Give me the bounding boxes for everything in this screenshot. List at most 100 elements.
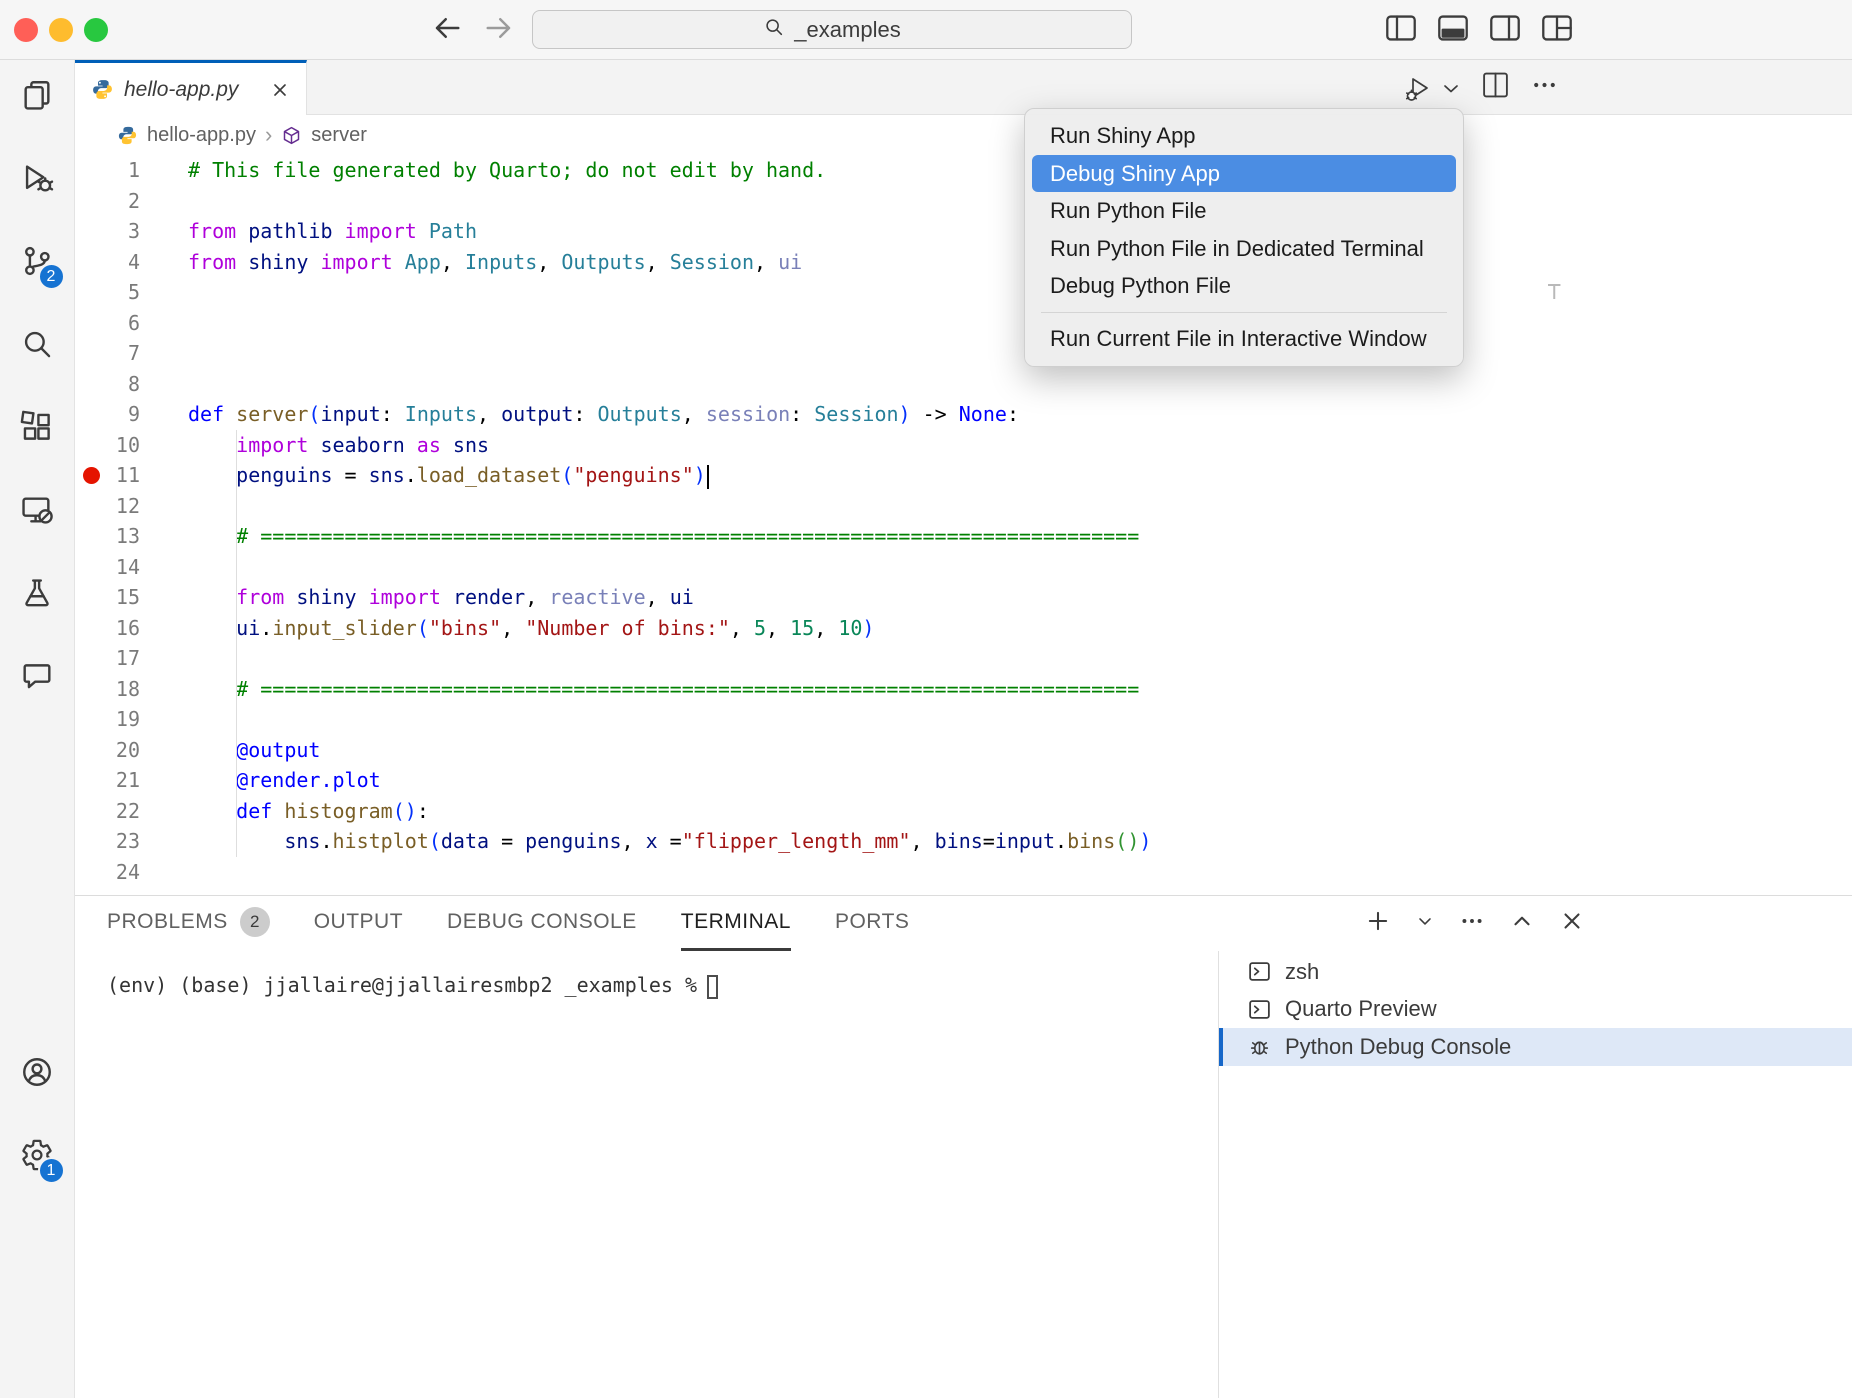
menu-item-run-current-file-in-interactive-window[interactable]: Run Current File in Interactive Window: [1032, 320, 1456, 358]
sidebar-item-remote-explorer[interactable]: [0, 495, 75, 529]
tab-close-icon[interactable]: [270, 80, 290, 100]
terminal-list-item-zsh[interactable]: zsh: [1219, 953, 1852, 991]
line-number-gutter[interactable]: 11: [75, 460, 140, 491]
line-number-gutter[interactable]: 22: [75, 796, 140, 827]
back-icon[interactable]: [432, 13, 462, 48]
line-number-gutter[interactable]: 13: [75, 521, 140, 552]
zoom-window-button[interactable]: [84, 18, 108, 42]
editor-more-actions-icon[interactable]: [1530, 70, 1559, 105]
code-line[interactable]: 11 penguins = sns.load_dataset("penguins…: [75, 460, 1852, 491]
sidebar-item-testing[interactable]: [0, 578, 75, 612]
line-number-gutter[interactable]: 16: [75, 613, 140, 644]
sidebar-item-extensions[interactable]: [0, 412, 75, 446]
toggle-secondary-sidebar-icon[interactable]: [1489, 13, 1521, 48]
code-line[interactable]: 20 @output: [75, 735, 1852, 766]
code-line[interactable]: 14: [75, 552, 1852, 583]
split-editor-icon[interactable]: [1481, 70, 1510, 105]
terminal-list-item-quarto-preview[interactable]: Quarto Preview: [1219, 991, 1852, 1029]
accounts-button[interactable]: [0, 1057, 75, 1091]
line-number-gutter[interactable]: 24: [75, 857, 140, 888]
menu-item-debug-shiny-app[interactable]: Debug Shiny App: [1032, 155, 1456, 193]
panel-tab-ports[interactable]: PORTS: [835, 896, 909, 951]
editor-tab-hello-app[interactable]: hello-app.py: [75, 60, 307, 116]
code-line[interactable]: 3from pathlib import Path: [75, 216, 1852, 247]
panel-tab-debug-console[interactable]: DEBUG CONSOLE: [447, 896, 637, 951]
close-window-button[interactable]: [14, 18, 38, 42]
line-number-gutter[interactable]: 6: [75, 308, 140, 339]
line-number-gutter[interactable]: 7: [75, 338, 140, 369]
line-number-gutter[interactable]: 8: [75, 369, 140, 400]
sidebar-item-explorer[interactable]: [0, 80, 75, 114]
code-line[interactable]: 4from shiny import App, Inputs, Outputs,…: [75, 247, 1852, 278]
new-terminal-icon[interactable]: [1365, 908, 1391, 939]
breadcrumb-file[interactable]: hello-app.py: [147, 124, 256, 147]
code-line[interactable]: 8: [75, 369, 1852, 400]
line-number-gutter[interactable]: 4: [75, 247, 140, 278]
line-number-gutter[interactable]: 15: [75, 582, 140, 613]
breadcrumb-symbol[interactable]: server: [311, 124, 367, 147]
menu-item-debug-python-file[interactable]: Debug Python File: [1032, 267, 1456, 305]
code-line[interactable]: 9def server(input: Inputs, output: Outpu…: [75, 399, 1852, 430]
code-line[interactable]: 15 from shiny import render, reactive, u…: [75, 582, 1852, 613]
line-number-gutter[interactable]: 5: [75, 277, 140, 308]
settings-button[interactable]: 1: [0, 1140, 75, 1174]
sidebar-item-search[interactable]: [0, 329, 75, 363]
panel-close-icon[interactable]: [1559, 908, 1585, 939]
menu-item-run-python-file-in-dedicated-terminal[interactable]: Run Python File in Dedicated Terminal: [1032, 230, 1456, 268]
toggle-panel-icon[interactable]: [1437, 13, 1469, 48]
line-number-gutter[interactable]: 1: [75, 155, 140, 186]
line-number-gutter[interactable]: 2: [75, 186, 140, 217]
customize-layout-icon[interactable]: [1541, 13, 1573, 48]
code-line[interactable]: 5: [75, 277, 1852, 308]
code-line[interactable]: 24: [75, 857, 1852, 888]
line-number-gutter[interactable]: 20: [75, 735, 140, 766]
code-line[interactable]: 10 import seaborn as sns: [75, 430, 1852, 461]
forward-icon[interactable]: [484, 13, 514, 48]
code-line[interactable]: 23 sns.histplot(data = penguins, x ="fli…: [75, 826, 1852, 857]
code-text: penguins = sns.load_dataset("penguins"): [140, 460, 709, 491]
code-line[interactable]: 22 def histogram():: [75, 796, 1852, 827]
code-line[interactable]: 2: [75, 186, 1852, 217]
panel-tab-terminal[interactable]: TERMINAL: [681, 896, 791, 951]
line-number-gutter[interactable]: 9: [75, 399, 140, 430]
sidebar-item-comments[interactable]: [0, 661, 75, 695]
menu-item-run-shiny-app[interactable]: Run Shiny App: [1032, 117, 1456, 155]
sidebar-item-run-debug[interactable]: [0, 163, 75, 197]
code-line[interactable]: 18 # ===================================…: [75, 674, 1852, 705]
line-number-gutter[interactable]: 21: [75, 765, 140, 796]
code-line[interactable]: 12: [75, 491, 1852, 522]
run-python-file-button[interactable]: [1400, 73, 1461, 103]
code-text: import seaborn as sns: [140, 430, 489, 461]
panel-tab-output[interactable]: OUTPUT: [314, 896, 403, 951]
command-center[interactable]: _examples: [532, 10, 1132, 49]
line-number-gutter[interactable]: 14: [75, 552, 140, 583]
panel-tab-problems[interactable]: PROBLEMS2: [107, 896, 270, 951]
run-debug-icon: [20, 161, 54, 200]
line-number-gutter[interactable]: 17: [75, 643, 140, 674]
sidebar-item-source-control[interactable]: 2: [0, 246, 75, 280]
code-line[interactable]: 6: [75, 308, 1852, 339]
terminal-output[interactable]: (env) (base) jjallaire@jjallairesmbp2 _e…: [75, 951, 1218, 1398]
code-line[interactable]: 7: [75, 338, 1852, 369]
line-number-gutter[interactable]: 18: [75, 674, 140, 705]
code-line[interactable]: 1# This file generated by Quarto; do not…: [75, 155, 1852, 186]
line-number-gutter[interactable]: 19: [75, 704, 140, 735]
panel-maximize-icon[interactable]: [1509, 908, 1535, 939]
terminal-dropdown-chevron-icon[interactable]: [1415, 908, 1435, 939]
terminal-list-item-python-debug-console[interactable]: Python Debug Console: [1219, 1028, 1852, 1066]
line-number-gutter[interactable]: 10: [75, 430, 140, 461]
menu-item-run-python-file[interactable]: Run Python File: [1032, 192, 1456, 230]
panel-more-actions-icon[interactable]: [1459, 908, 1485, 939]
line-number-gutter[interactable]: 12: [75, 491, 140, 522]
code-editor[interactable]: 1# This file generated by Quarto; do not…: [75, 155, 1852, 895]
toggle-primary-sidebar-icon[interactable]: [1385, 13, 1417, 48]
code-line[interactable]: 16 ui.input_slider("bins", "Number of bi…: [75, 613, 1852, 644]
code-line[interactable]: 19: [75, 704, 1852, 735]
code-line[interactable]: 17: [75, 643, 1852, 674]
line-number-gutter[interactable]: 23: [75, 826, 140, 857]
breakpoint-dot[interactable]: [83, 467, 100, 484]
code-line[interactable]: 21 @render.plot: [75, 765, 1852, 796]
code-line[interactable]: 13 # ===================================…: [75, 521, 1852, 552]
minimize-window-button[interactable]: [49, 18, 73, 42]
line-number-gutter[interactable]: 3: [75, 216, 140, 247]
